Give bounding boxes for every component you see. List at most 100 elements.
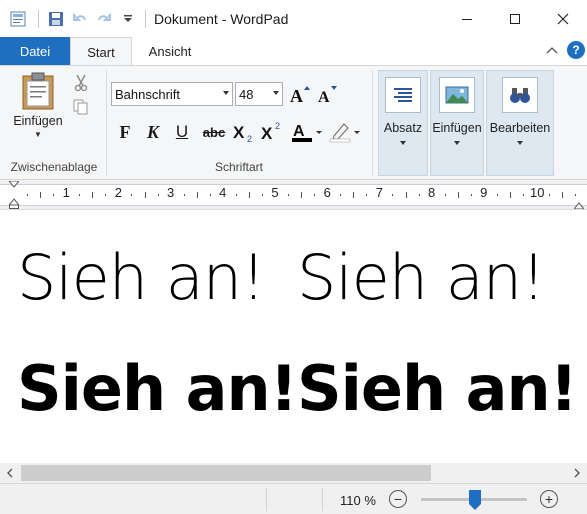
maximize-icon[interactable] bbox=[491, 0, 539, 37]
group-divider bbox=[106, 70, 107, 176]
ruler-number: 5 bbox=[271, 185, 279, 200]
ruler-tick bbox=[261, 194, 263, 196]
horizontal-scrollbar[interactable] bbox=[0, 463, 587, 483]
minimize-icon[interactable] bbox=[443, 0, 491, 37]
text-line-1-left: Sieh an! bbox=[17, 241, 266, 314]
ruler-number: 6 bbox=[323, 185, 331, 200]
ruler-tick bbox=[288, 194, 290, 196]
scroll-left-icon[interactable] bbox=[0, 463, 20, 483]
indent-marker[interactable] bbox=[7, 180, 21, 209]
save-icon[interactable] bbox=[45, 8, 67, 30]
tab-file[interactable]: Datei bbox=[0, 37, 70, 65]
zoom-slider-thumb[interactable] bbox=[469, 490, 481, 510]
tab-home[interactable]: Start bbox=[70, 37, 132, 66]
ruler-tick bbox=[562, 192, 564, 198]
quick-access-toolbar bbox=[0, 0, 141, 37]
paragraph-label: Absatz bbox=[383, 121, 423, 135]
text-line-1-right: Sieh an! bbox=[297, 241, 546, 314]
ruler-tick bbox=[392, 194, 394, 196]
ruler-tick bbox=[196, 192, 198, 198]
chevron-down-icon[interactable] bbox=[117, 8, 139, 30]
ruler-tick bbox=[366, 194, 368, 196]
paragraph-button[interactable]: Absatz bbox=[378, 70, 428, 176]
document-area[interactable]: Sieh an! Sieh an! Sieh an! Sieh an! bbox=[0, 211, 587, 463]
ruler-tick bbox=[144, 192, 146, 198]
ruler-number: 2 bbox=[114, 185, 122, 200]
chevron-down-icon bbox=[400, 141, 406, 145]
text-line-2-right: Sieh an! bbox=[297, 352, 578, 425]
ruler-tick bbox=[53, 194, 55, 196]
svg-text:X: X bbox=[233, 123, 245, 142]
font-color-icon[interactable]: A bbox=[290, 120, 326, 144]
grow-font-icon[interactable]: A bbox=[289, 82, 311, 106]
text-line-2-left: Sieh an! bbox=[17, 352, 298, 425]
collapse-ribbon-icon[interactable] bbox=[541, 39, 563, 61]
font-size-select[interactable]: 48 bbox=[235, 82, 283, 106]
paste-button[interactable]: Einfügen ▼ bbox=[8, 72, 68, 152]
ruler-tick bbox=[40, 192, 42, 198]
ruler-tick bbox=[183, 194, 185, 196]
chevron-down-icon: ▼ bbox=[34, 130, 42, 139]
zoom-out-button[interactable]: − bbox=[389, 490, 407, 508]
ruler[interactable]: 1 2 3 4 5 6 7 8 9 10 bbox=[0, 180, 587, 210]
ruler-tick bbox=[340, 194, 342, 196]
scrollbar-thumb[interactable] bbox=[21, 465, 431, 481]
right-margin-marker[interactable] bbox=[572, 198, 586, 212]
highlighter-icon[interactable] bbox=[328, 120, 364, 144]
svg-text:A: A bbox=[290, 86, 303, 104]
ruler-number: 3 bbox=[166, 185, 175, 200]
chevron-down-icon bbox=[454, 141, 460, 145]
ruler-tick bbox=[457, 192, 459, 198]
paragraph-icon bbox=[385, 77, 421, 113]
ruler-tick bbox=[575, 194, 577, 196]
ruler-tick bbox=[157, 194, 159, 196]
redo-icon[interactable] bbox=[93, 8, 115, 30]
ruler-tick bbox=[405, 192, 407, 198]
ruler-tick bbox=[79, 194, 81, 196]
ruler-tick bbox=[248, 192, 250, 198]
ruler-number: 1 bbox=[62, 185, 70, 200]
picture-icon bbox=[439, 77, 475, 113]
chevron-down-icon bbox=[517, 141, 523, 145]
editing-button[interactable]: Bearbeiten bbox=[486, 70, 554, 176]
status-bar: 110 % − + bbox=[0, 483, 587, 514]
font-family-select[interactable]: Bahnschrift bbox=[111, 82, 233, 106]
tab-view[interactable]: Ansicht bbox=[136, 37, 204, 65]
strikethrough-button[interactable]: abc bbox=[200, 120, 228, 144]
ruler-tick bbox=[522, 194, 524, 196]
shrink-font-icon[interactable]: A bbox=[317, 82, 339, 106]
paste-label: Einfügen bbox=[13, 114, 63, 128]
superscript-icon[interactable]: X2 bbox=[260, 120, 284, 144]
underline-button[interactable]: U bbox=[172, 120, 192, 144]
group-label-font: Schriftart bbox=[214, 160, 263, 174]
status-divider bbox=[322, 488, 323, 511]
font-size-value: 48 bbox=[239, 86, 254, 102]
svg-text:2: 2 bbox=[275, 121, 280, 131]
ruler-strip bbox=[0, 184, 587, 206]
svg-text:A: A bbox=[318, 89, 330, 104]
copy-icon[interactable] bbox=[72, 98, 90, 116]
wordpad-icon[interactable] bbox=[8, 8, 30, 30]
ruler-tick bbox=[470, 194, 472, 196]
ruler-tick bbox=[353, 192, 355, 198]
bold-button[interactable]: F bbox=[115, 120, 135, 144]
close-icon[interactable] bbox=[539, 0, 587, 37]
ribbon-home: Einfügen ▼ Zwischenablage Bahnschrift 48… bbox=[0, 65, 587, 180]
insert-button[interactable]: Einfügen bbox=[430, 70, 484, 176]
window-title: Dokument - WordPad bbox=[154, 10, 289, 27]
window-controls bbox=[443, 0, 587, 37]
scissors-icon[interactable] bbox=[72, 74, 90, 92]
scroll-right-icon[interactable] bbox=[567, 463, 587, 483]
group-label-clipboard: Zwischenablage bbox=[10, 160, 98, 174]
undo-icon[interactable] bbox=[69, 8, 91, 30]
group-divider bbox=[372, 70, 373, 176]
ruler-tick bbox=[301, 192, 303, 198]
zoom-in-button[interactable]: + bbox=[540, 490, 558, 508]
editing-label: Bearbeiten bbox=[489, 121, 551, 135]
italic-button[interactable]: K bbox=[143, 120, 163, 144]
help-button[interactable]: ? bbox=[567, 41, 585, 59]
subscript-icon[interactable]: X2 bbox=[232, 120, 256, 144]
ruler-tick bbox=[27, 194, 29, 196]
ruler-tick bbox=[235, 194, 237, 196]
ruler-tick bbox=[131, 194, 133, 196]
